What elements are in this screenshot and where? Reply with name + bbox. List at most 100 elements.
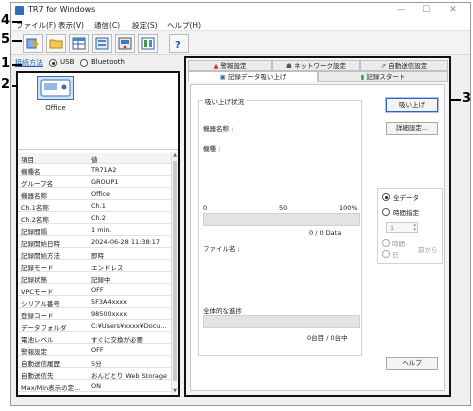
progress-scale-0: 0	[203, 204, 208, 212]
data-count: 0 / 0 Data	[309, 229, 342, 237]
property-key: 機器名称	[21, 192, 47, 200]
callout-1-line	[12, 64, 22, 66]
tab-auto-send-settings-label: 自動送信設定	[388, 62, 428, 70]
property-value: C:¥Users¥xxxx¥Docu...	[91, 322, 167, 330]
property-row: 記録モード エンドレス	[18, 261, 171, 272]
property-key: 記録開始日時	[21, 240, 60, 248]
svg-text:?: ?	[175, 40, 181, 50]
property-row: 記録開始日時 2024-06-28 11:38:17	[18, 237, 171, 248]
device-panel: Office 項目 値機種名 TR71A2 グループ名 GROUP1 機器名称 Office…	[16, 71, 180, 397]
callout-2-line	[12, 85, 18, 87]
close-button[interactable]: ✕	[443, 3, 463, 18]
property-value: 値	[91, 156, 98, 164]
overall-count: 0台目 / 0台中	[307, 334, 348, 342]
read-data-tab-icon: ▣	[219, 73, 226, 81]
logger-settings-icon	[118, 37, 132, 50]
bluetooth-radio[interactable]	[80, 59, 88, 67]
menu-settings[interactable]: 設定(S)	[129, 19, 161, 32]
all-data-label: 全データ	[393, 194, 419, 202]
record-start-button[interactable]	[138, 34, 158, 53]
help-button[interactable]: ?	[169, 34, 189, 53]
read-data-button[interactable]	[23, 34, 43, 53]
callout-1: 1	[1, 56, 11, 71]
main-panel: ▲ 警報設定 ☗ ネットワーク設定 ⇗ 自動送信設定 ▣ 記録データ吸い上げ ▮…	[184, 56, 451, 397]
progress-scale-100: 100%	[339, 204, 358, 212]
toolbar: ?	[11, 32, 470, 55]
property-value: 1 min.	[91, 226, 112, 234]
property-key: Max/Min表示の定...	[21, 384, 81, 392]
property-row: 警報設定 OFF	[18, 345, 171, 356]
callout-5-line	[12, 40, 22, 42]
property-row: Ch.1名称 Ch.1	[18, 201, 171, 212]
all-data-radio[interactable]	[382, 193, 390, 201]
tab-read-data-label: 記録データ吸い上げ	[227, 73, 287, 81]
time-spin-input[interactable]: 1 ▴ ▾	[386, 222, 418, 233]
property-key: シリアル番号	[21, 300, 60, 308]
tab-read-data[interactable]: ▣ 記録データ吸い上げ	[188, 71, 318, 82]
properties-table: 項目値機種名 TR71A2 グループ名 GROUP1 機器名称 Office Ch.1名称 C…	[18, 153, 171, 396]
property-value: Ch.2	[91, 214, 106, 222]
table-view-button[interactable]	[69, 34, 89, 53]
time-range-label: 時間指定	[393, 209, 419, 217]
unit-hour-radio[interactable]	[382, 239, 390, 247]
property-key: Ch.2名称	[21, 216, 49, 224]
tab-alarm-settings[interactable]: ▲ 警報設定	[188, 60, 272, 71]
record-start-tab-icon: ▮	[360, 73, 365, 81]
logger-settings-button[interactable]	[115, 34, 135, 53]
auto-send-icon: ⇗	[380, 62, 387, 70]
property-value: Office	[91, 190, 110, 198]
scroll-thumb[interactable]	[173, 161, 177, 381]
usb-radio[interactable]	[49, 59, 57, 67]
property-key: Ch.1名称	[21, 204, 49, 212]
read-status-group: 吸い上げ状況 機器名称 : 機種 : 0 50 100% 0 / 0 Data …	[198, 96, 362, 356]
tab-network-settings[interactable]: ☗ ネットワーク設定	[272, 60, 360, 71]
callout-5: 5	[1, 32, 11, 47]
properties-scrollbar[interactable]: ▲ ▼	[171, 152, 178, 395]
property-value: おんどとり Web Storage	[91, 372, 168, 380]
scroll-down-icon[interactable]: ▼	[172, 388, 178, 394]
details-settings-button[interactable]: 詳細設定...	[386, 122, 438, 135]
model-label: 機種 :	[203, 145, 221, 153]
connection-method-label: 接続方法	[15, 59, 43, 67]
connection-method-bar: 接続方法 USB Bluetooth	[11, 56, 186, 70]
tab-alarm-settings-label: 警報設定	[220, 62, 247, 70]
property-key: グループ名	[21, 180, 54, 188]
open-folder-button[interactable]	[46, 34, 66, 53]
property-value: 5分	[91, 360, 102, 368]
tab-record-start[interactable]: ▮ 記録スタート	[318, 71, 448, 82]
help-icon: ?	[175, 40, 181, 50]
read-data-icon	[26, 38, 39, 49]
minimize-button[interactable]: —	[391, 3, 411, 18]
property-value: 2024-06-28 11:38:17	[91, 238, 161, 246]
property-row: グループ名 GROUP1	[18, 177, 171, 188]
read-data-content: 吸い上げ状況 機器名称 : 機種 : 0 50 100% 0 / 0 Data …	[190, 84, 445, 391]
time-range-radio[interactable]	[382, 208, 390, 216]
tab-auto-send-settings[interactable]: ⇗ 自動送信設定	[360, 60, 448, 71]
property-value: Ch.1	[91, 202, 106, 210]
window-title: TR7 for Windows	[28, 5, 96, 14]
unit-hour-label: 時間	[392, 240, 405, 248]
device-name: Office	[45, 104, 66, 112]
scroll-up-icon[interactable]: ▲	[172, 152, 178, 158]
time-suffix-label: 前から	[418, 246, 438, 254]
property-value: 即時	[91, 252, 104, 260]
property-value: OFF	[91, 286, 104, 294]
warning-icon: ▲	[213, 62, 219, 70]
spin-arrows-icon[interactable]: ▴ ▾	[413, 223, 416, 233]
device-list-button[interactable]	[92, 34, 112, 53]
menu-view[interactable]: 表示(V)	[55, 19, 87, 32]
property-row: Max/Min表示の定... ON	[18, 381, 171, 392]
property-value: 記録中	[91, 276, 111, 284]
unit-day-radio[interactable]	[382, 250, 390, 258]
menu-communication[interactable]: 通信(C)	[91, 19, 123, 32]
logger-device-icon[interactable]	[37, 76, 74, 100]
help-dialog-button[interactable]: ヘルプ	[386, 357, 438, 370]
read-data-button[interactable]: 吸い上げ	[385, 97, 439, 113]
menu-help[interactable]: ヘルプ(H)	[164, 19, 204, 32]
callout-4: 4	[1, 13, 11, 28]
property-value: ON	[91, 382, 101, 390]
range-group: 全データ 時間指定 1 ▴ ▾ 時間 前から 日	[377, 188, 443, 264]
tab-network-settings-label: ネットワーク設定	[293, 62, 346, 70]
maximize-button[interactable]: ☐	[416, 3, 436, 18]
app-icon	[15, 6, 24, 15]
